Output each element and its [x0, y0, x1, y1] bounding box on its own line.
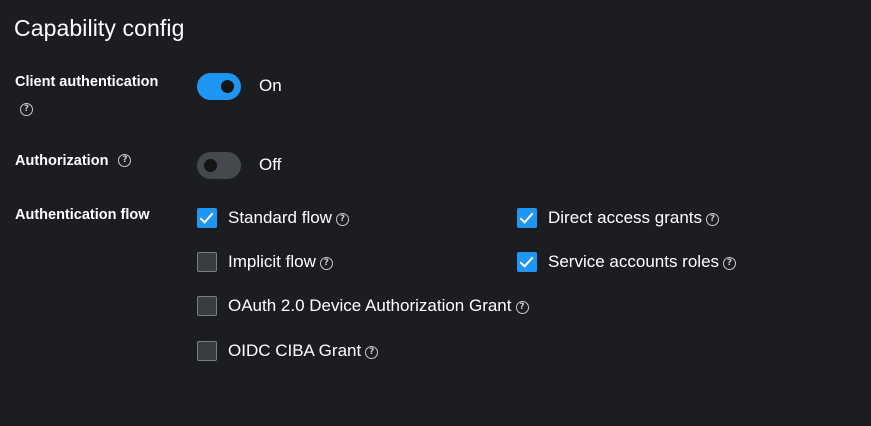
- implicit-flow-label[interactable]: Implicit flow: [228, 252, 316, 272]
- toggle-knob: [204, 159, 217, 172]
- implicit-flow-checkbox[interactable]: [197, 252, 217, 272]
- client-authentication-help-icon[interactable]: ?: [20, 103, 33, 116]
- direct-access-grants-label[interactable]: Direct access grants: [548, 208, 702, 228]
- oidc-ciba-grant-checkbox[interactable]: [197, 341, 217, 361]
- authorization-label: Authorization ?: [15, 153, 132, 169]
- service-accounts-roles-label[interactable]: Service accounts roles: [548, 252, 719, 272]
- oidc-ciba-grant-label[interactable]: OIDC CIBA Grant: [228, 341, 361, 361]
- client-authentication-toggle[interactable]: [197, 73, 241, 100]
- implicit-flow-help-icon[interactable]: ?: [319, 256, 333, 270]
- toggle-knob: [221, 80, 234, 93]
- authorization-toggle[interactable]: [197, 152, 241, 179]
- oauth-device-grant-label[interactable]: OAuth 2.0 Device Authorization Grant: [228, 296, 512, 316]
- direct-access-grants-checkbox[interactable]: [517, 208, 537, 228]
- authorization-help-icon[interactable]: ?: [118, 153, 132, 167]
- service-accounts-roles-option[interactable]: Service accounts roles ?: [517, 251, 737, 273]
- section-title: Capability config: [14, 15, 185, 41]
- authorization-state: Off: [259, 155, 282, 174]
- standard-flow-checkbox[interactable]: [197, 208, 217, 228]
- standard-flow-option[interactable]: Standard flow ?: [197, 207, 349, 229]
- oauth-device-grant-help-icon[interactable]: ?: [515, 300, 529, 314]
- client-authentication-label: Client authentication: [15, 74, 159, 90]
- authentication-flow-label: Authentication flow: [15, 207, 150, 223]
- authorization-label-text: Authorization: [15, 153, 109, 169]
- service-accounts-roles-help-icon[interactable]: ?: [723, 256, 737, 270]
- oidc-ciba-grant-option[interactable]: OIDC CIBA Grant ?: [197, 340, 379, 362]
- oidc-ciba-grant-help-icon[interactable]: ?: [365, 345, 379, 359]
- capability-config-panel: Capability config Client authentication …: [0, 0, 871, 426]
- client-authentication-state: On: [259, 76, 282, 95]
- standard-flow-label[interactable]: Standard flow: [228, 208, 332, 228]
- standard-flow-help-icon[interactable]: ?: [335, 212, 349, 226]
- service-accounts-roles-checkbox[interactable]: [517, 252, 537, 272]
- direct-access-grants-help-icon[interactable]: ?: [706, 212, 719, 226]
- oauth-device-grant-checkbox[interactable]: [197, 296, 217, 316]
- oauth-device-grant-option[interactable]: OAuth 2.0 Device Authorization Grant ?: [197, 295, 529, 317]
- direct-access-grants-option[interactable]: Direct access grants ?: [517, 207, 719, 229]
- implicit-flow-option[interactable]: Implicit flow ?: [197, 251, 333, 273]
